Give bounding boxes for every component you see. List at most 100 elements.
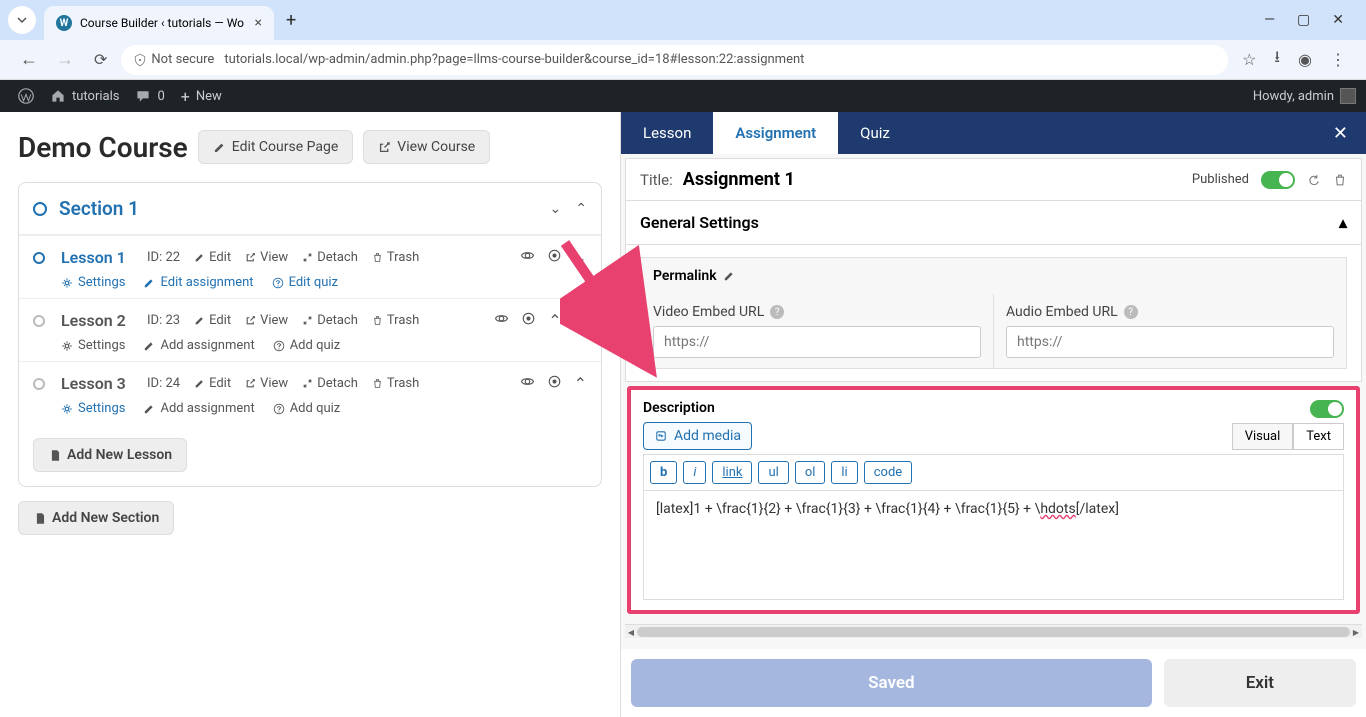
- comments-link[interactable]: 0: [127, 80, 172, 112]
- new-link[interactable]: +New: [173, 80, 230, 112]
- view-course-button[interactable]: View Course: [363, 130, 490, 164]
- sync-icon[interactable]: [1307, 173, 1321, 187]
- lesson-title[interactable]: Lesson 3: [61, 374, 133, 393]
- downloads-icon[interactable]: ⭳: [1274, 46, 1280, 73]
- lesson-handle-icon[interactable]: [33, 252, 45, 264]
- lesson-view-link[interactable]: View: [245, 313, 288, 328]
- editor-toolbar: b i link ul ol li code: [643, 454, 1344, 490]
- italic-button[interactable]: i: [683, 461, 706, 484]
- lesson-id: ID: 23: [147, 313, 180, 328]
- course-title: Demo Course: [18, 131, 188, 164]
- audio-url-input[interactable]: [1006, 326, 1334, 358]
- menu-icon[interactable]: ⋮: [1330, 50, 1346, 69]
- target-icon[interactable]: [521, 311, 536, 330]
- general-settings-header[interactable]: General Settings ▴: [626, 200, 1361, 245]
- lesson-quiz-link[interactable]: Add quiz: [273, 338, 341, 353]
- add-section-button[interactable]: Add New Section: [18, 501, 174, 535]
- lesson-settings-link[interactable]: Settings: [61, 338, 125, 353]
- lesson-title[interactable]: Lesson 2: [61, 311, 133, 330]
- horizontal-scrollbar[interactable]: ◀▶: [625, 624, 1362, 638]
- lesson-handle-icon[interactable]: [33, 378, 45, 390]
- target-icon[interactable]: [547, 374, 562, 393]
- window-minimize-icon[interactable]: —: [1264, 12, 1275, 28]
- lesson-detach-link[interactable]: Detach: [302, 313, 358, 328]
- video-url-input[interactable]: [653, 326, 981, 358]
- lesson-trash-link[interactable]: Trash: [372, 313, 419, 328]
- lesson-item: Lesson 2 ID: 23 Edit View Detach Trash ⌃…: [19, 298, 601, 361]
- help-icon[interactable]: ?: [1124, 305, 1138, 319]
- tab-quiz[interactable]: Quiz: [838, 112, 912, 154]
- bookmark-icon[interactable]: ☆: [1242, 50, 1256, 69]
- edit-course-page-button[interactable]: Edit Course Page: [198, 130, 354, 164]
- help-icon[interactable]: ?: [770, 305, 784, 319]
- ol-button[interactable]: ol: [795, 461, 826, 484]
- lesson-title[interactable]: Lesson 1: [61, 248, 133, 267]
- eye-icon[interactable]: [520, 374, 535, 393]
- target-icon[interactable]: [547, 248, 562, 267]
- chevron-down-icon[interactable]: ⌄: [574, 248, 587, 267]
- eye-icon[interactable]: [494, 311, 509, 330]
- lesson-assignment-link[interactable]: Add assignment: [143, 401, 254, 416]
- li-button[interactable]: li: [831, 461, 857, 484]
- code-button[interactable]: code: [864, 461, 912, 484]
- chevron-down-icon[interactable]: ⌄: [550, 201, 562, 217]
- trash-icon[interactable]: [1333, 173, 1347, 187]
- browser-tab[interactable]: W Course Builder ‹ tutorials — Wo ×: [44, 6, 274, 40]
- permalink-row[interactable]: Permalink: [641, 258, 1346, 294]
- reload-icon[interactable]: ⟳: [94, 50, 107, 69]
- tab-lesson[interactable]: Lesson: [621, 112, 713, 154]
- security-indicator[interactable]: Not secure: [133, 52, 214, 67]
- lesson-assignment-link[interactable]: Add assignment: [143, 338, 254, 353]
- extension-icon[interactable]: ◉: [1298, 50, 1312, 69]
- address-bar[interactable]: Not secure tutorials.local/wp-admin/admi…: [121, 45, 1228, 75]
- lesson-trash-link[interactable]: Trash: [372, 250, 419, 265]
- tab-close-icon[interactable]: ×: [255, 15, 262, 31]
- eye-icon[interactable]: [520, 248, 535, 267]
- published-toggle[interactable]: [1261, 171, 1295, 189]
- audio-url-label: Audio Embed URL: [1006, 304, 1118, 320]
- chevron-up-icon[interactable]: ⌃: [574, 374, 587, 393]
- lesson-quiz-link[interactable]: Add quiz: [273, 401, 341, 416]
- chevron-down-icon[interactable]: ⌄: [574, 311, 587, 330]
- lesson-assignment-link[interactable]: Edit assignment: [143, 275, 253, 290]
- lesson-quiz-link[interactable]: Edit quiz: [272, 275, 338, 290]
- lesson-detach-link[interactable]: Detach: [302, 250, 358, 265]
- window-maximize-icon[interactable]: ▢: [1297, 12, 1310, 28]
- lesson-edit-link[interactable]: Edit: [194, 376, 231, 391]
- chevron-up-icon[interactable]: ⌃: [575, 201, 587, 217]
- nav-back-icon[interactable]: ←: [20, 49, 38, 70]
- wp-logo-icon[interactable]: [10, 80, 42, 112]
- exit-button[interactable]: Exit: [1164, 659, 1356, 707]
- lesson-edit-link[interactable]: Edit: [194, 313, 231, 328]
- lesson-view-link[interactable]: View: [245, 250, 288, 265]
- link-button[interactable]: link: [712, 461, 752, 484]
- user-menu[interactable]: Howdy, admin: [1253, 88, 1356, 104]
- editor-textarea[interactable]: [latex]1 + \frac{1}{2} + \frac{1}{3} + \…: [643, 490, 1344, 600]
- lesson-view-link[interactable]: View: [245, 376, 288, 391]
- lesson-trash-link[interactable]: Trash: [372, 376, 419, 391]
- tab-search-icon[interactable]: [8, 6, 36, 34]
- add-lesson-button[interactable]: Add New Lesson: [33, 438, 187, 472]
- panel-close-icon[interactable]: ✕: [1315, 123, 1366, 144]
- lesson-id: ID: 22: [147, 250, 180, 265]
- description-toggle[interactable]: [1310, 400, 1344, 418]
- lesson-edit-link[interactable]: Edit: [194, 250, 231, 265]
- tab-assignment[interactable]: Assignment: [713, 112, 838, 154]
- visual-tab[interactable]: Visual: [1232, 423, 1294, 450]
- site-link[interactable]: tutorials: [42, 80, 127, 112]
- lesson-settings-link[interactable]: Settings: [61, 401, 125, 416]
- add-media-button[interactable]: Add media: [643, 422, 752, 450]
- chevron-up-icon[interactable]: ⌃: [548, 311, 561, 330]
- lesson-detach-link[interactable]: Detach: [302, 376, 358, 391]
- assignment-title[interactable]: Assignment 1: [683, 169, 795, 190]
- ul-button[interactable]: ul: [758, 461, 788, 484]
- new-tab-button[interactable]: +: [286, 10, 296, 31]
- lesson-handle-icon[interactable]: [33, 315, 45, 327]
- saved-button[interactable]: Saved: [631, 659, 1152, 707]
- section-header[interactable]: Section 1 ⌄ ⌃: [19, 183, 601, 235]
- bold-button[interactable]: b: [650, 461, 677, 484]
- section-handle-icon[interactable]: [33, 202, 47, 216]
- lesson-settings-link[interactable]: Settings: [61, 275, 125, 290]
- text-tab[interactable]: Text: [1293, 423, 1344, 450]
- window-close-icon[interactable]: ✕: [1332, 12, 1344, 28]
